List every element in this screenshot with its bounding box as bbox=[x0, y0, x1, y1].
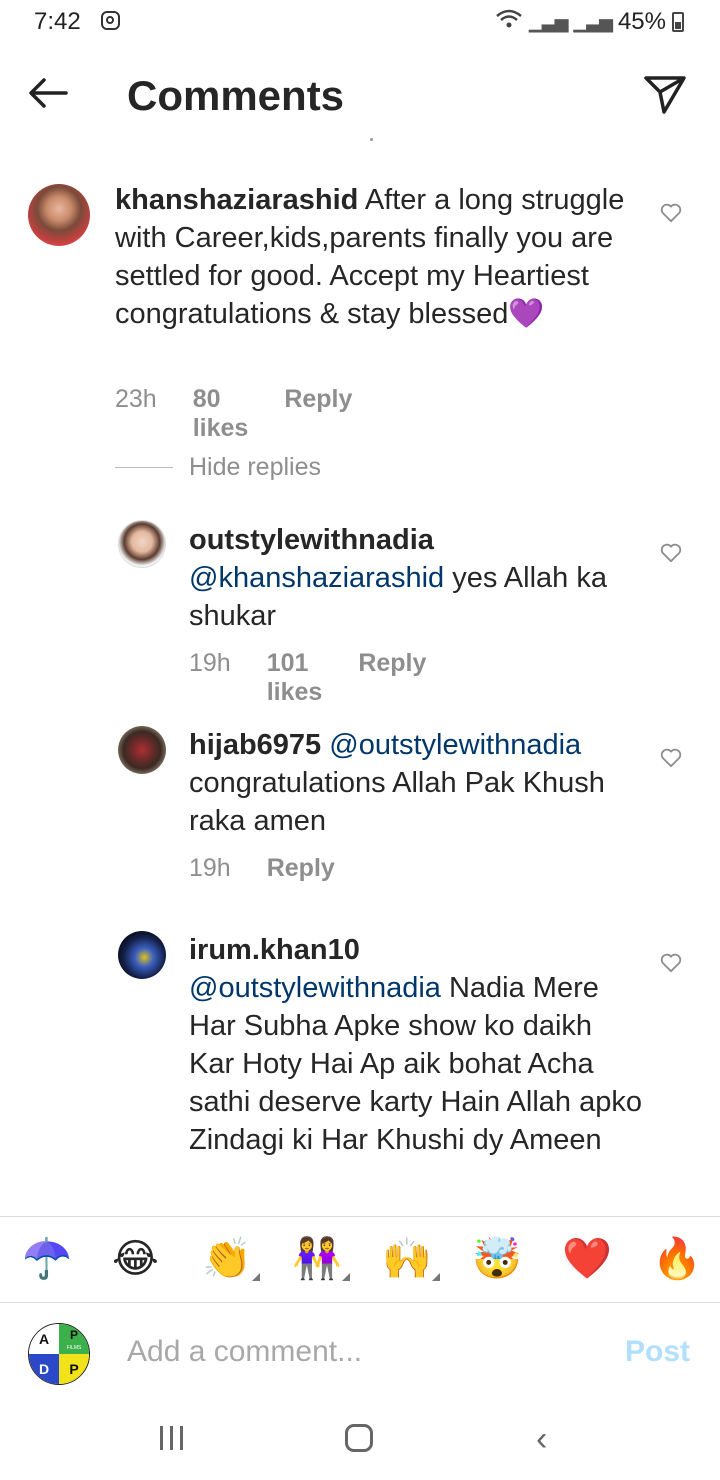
skin-tone-indicator bbox=[431, 1273, 440, 1281]
laughing-emoji[interactable]: 😂 bbox=[112, 1235, 159, 1283]
divider-line bbox=[115, 467, 173, 468]
signal-icon: ▁▃▅ bbox=[528, 11, 569, 32]
avatar-letter-a: A bbox=[29, 1324, 59, 1354]
avatar-letter-p: P FILMS bbox=[59, 1324, 89, 1354]
purple-heart-emoji: 💜 bbox=[508, 298, 545, 330]
mention-link[interactable]: @khanshaziarashid bbox=[189, 562, 444, 594]
header: Comments bbox=[0, 50, 720, 140]
clapping-emoji-glyph: 👏 bbox=[202, 1237, 252, 1281]
reply-text: irum.khan10 @outstylewithnadia Nadia Mer… bbox=[189, 931, 644, 1159]
battery-percent: 45% bbox=[617, 8, 666, 35]
back-chevron-icon[interactable]: ‹ bbox=[536, 1422, 547, 1456]
avatar-small-text: FILMS bbox=[66, 1345, 82, 1351]
reply-username[interactable]: irum.khan10 bbox=[189, 934, 360, 966]
avatar[interactable] bbox=[118, 520, 166, 568]
loading-dot bbox=[370, 138, 373, 141]
like-heart-icon[interactable] bbox=[660, 748, 682, 768]
comment-likes[interactable]: 80 likes bbox=[193, 385, 249, 443]
reply-likes[interactable]: 101 likes bbox=[267, 649, 323, 707]
reply-meta: 19h 101 likes Reply bbox=[189, 649, 426, 707]
paper-plane-icon[interactable] bbox=[642, 70, 688, 116]
umbrella-emoji[interactable]: ☂️ bbox=[22, 1235, 72, 1283]
comment-composer: A P FILMS D P Add a comment... Post bbox=[0, 1302, 720, 1403]
mention-link[interactable]: @outstylewithnadia bbox=[329, 729, 581, 761]
raised-hands-emoji[interactable]: 🙌 bbox=[382, 1235, 440, 1283]
avatar-letter-d: D bbox=[29, 1354, 59, 1384]
like-heart-icon[interactable] bbox=[660, 953, 682, 973]
reply-username[interactable]: outstylewithnadia bbox=[189, 524, 434, 556]
comment-input[interactable]: Add a comment... bbox=[127, 1335, 362, 1369]
hide-replies-button[interactable]: Hide replies bbox=[189, 453, 321, 482]
comment-text: khanshaziarashid After a long struggle w… bbox=[115, 181, 635, 333]
arrow-left-icon[interactable] bbox=[26, 70, 72, 116]
avatar[interactable] bbox=[118, 726, 166, 774]
reply-meta: 19h Reply bbox=[189, 854, 335, 883]
instagram-notification-icon bbox=[101, 11, 120, 30]
reply-text: outstylewithnadia @khanshaziarashid yes … bbox=[189, 521, 629, 635]
exploding-head-emoji[interactable]: 🤯 bbox=[472, 1235, 522, 1283]
reply-button[interactable]: Reply bbox=[358, 649, 426, 707]
comment-meta: 23h 80 likes Reply bbox=[115, 385, 352, 443]
battery-icon bbox=[672, 12, 684, 32]
recent-apps-icon[interactable] bbox=[160, 1426, 186, 1450]
red-heart-emoji[interactable]: ❤️ bbox=[562, 1235, 612, 1283]
avatar-letter-p2: P bbox=[59, 1354, 89, 1384]
signal-icon-2: ▁▃▅ bbox=[573, 11, 613, 32]
system-nav-bar: ‹ bbox=[0, 1402, 720, 1480]
like-heart-icon[interactable] bbox=[660, 203, 682, 223]
reply-text: hijab6975 @outstylewithnadia congratulat… bbox=[189, 726, 639, 840]
reply-body: congratulations Allah Pak Khush raka ame… bbox=[189, 767, 605, 837]
status-bar: 7:42 ▁▃▅ ▁▃▅ 45% bbox=[0, 0, 720, 44]
skin-tone-indicator bbox=[251, 1273, 260, 1281]
avatar[interactable] bbox=[28, 184, 90, 246]
emoji-quick-bar: ☂️ 😂 👏 👭 🙌 🤯 ❤️ 🔥 bbox=[0, 1216, 720, 1303]
girls-emoji[interactable]: 👭 bbox=[292, 1235, 350, 1283]
reply-username[interactable]: hijab6975 bbox=[189, 729, 321, 761]
reply-time: 19h bbox=[189, 854, 231, 882]
avatar-letter-p-text: P bbox=[69, 1328, 78, 1342]
post-button[interactable]: Post bbox=[625, 1335, 690, 1369]
comment-username[interactable]: khanshaziarashid bbox=[115, 184, 358, 216]
reply-time: 19h bbox=[189, 649, 231, 677]
fire-emoji[interactable]: 🔥 bbox=[652, 1235, 702, 1283]
wifi-icon bbox=[495, 8, 523, 36]
page-title: Comments bbox=[127, 72, 345, 119]
my-avatar: A P FILMS D P bbox=[28, 1323, 90, 1385]
status-right: ▁▃▅ ▁▃▅ 45% bbox=[495, 8, 684, 36]
skin-tone-indicator bbox=[341, 1273, 350, 1281]
girls-emoji-glyph: 👭 bbox=[292, 1237, 342, 1281]
home-icon[interactable] bbox=[345, 1424, 373, 1452]
comment-time: 23h bbox=[115, 385, 157, 413]
status-time: 7:42 bbox=[34, 8, 81, 35]
reply-button[interactable]: Reply bbox=[267, 854, 335, 883]
mention-link[interactable]: @outstylewithnadia bbox=[189, 972, 441, 1004]
like-heart-icon[interactable] bbox=[660, 543, 682, 563]
reply-button[interactable]: Reply bbox=[284, 385, 352, 443]
clapping-emoji[interactable]: 👏 bbox=[202, 1235, 260, 1283]
raised-hands-emoji-glyph: 🙌 bbox=[382, 1237, 432, 1281]
avatar[interactable] bbox=[118, 931, 166, 979]
